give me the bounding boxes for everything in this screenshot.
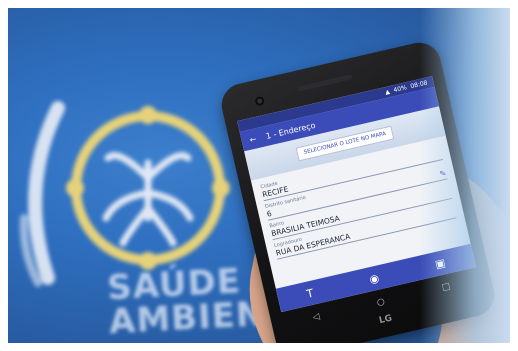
camera-icon[interactable]: ◉ [368, 271, 380, 286]
clock: 08:08 [409, 79, 429, 91]
gallery-icon[interactable]: ▣ [434, 256, 447, 271]
arrow-left-icon[interactable]: ← [249, 134, 258, 144]
photo: SAÚDE AMBIENTAL ▲ 40% 08:08 ← 1 - Endere… [8, 8, 510, 343]
earpiece-speaker [296, 74, 353, 92]
front-camera-icon [254, 95, 266, 107]
signal-icon: ▲ [384, 88, 391, 97]
recents-icon[interactable]: □ [441, 282, 452, 294]
edit-pencil-icon[interactable]: ✎ [439, 169, 448, 179]
text-icon[interactable]: T [305, 286, 314, 300]
back-icon[interactable]: ◁ [312, 312, 321, 323]
home-icon[interactable]: ○ [376, 297, 386, 309]
